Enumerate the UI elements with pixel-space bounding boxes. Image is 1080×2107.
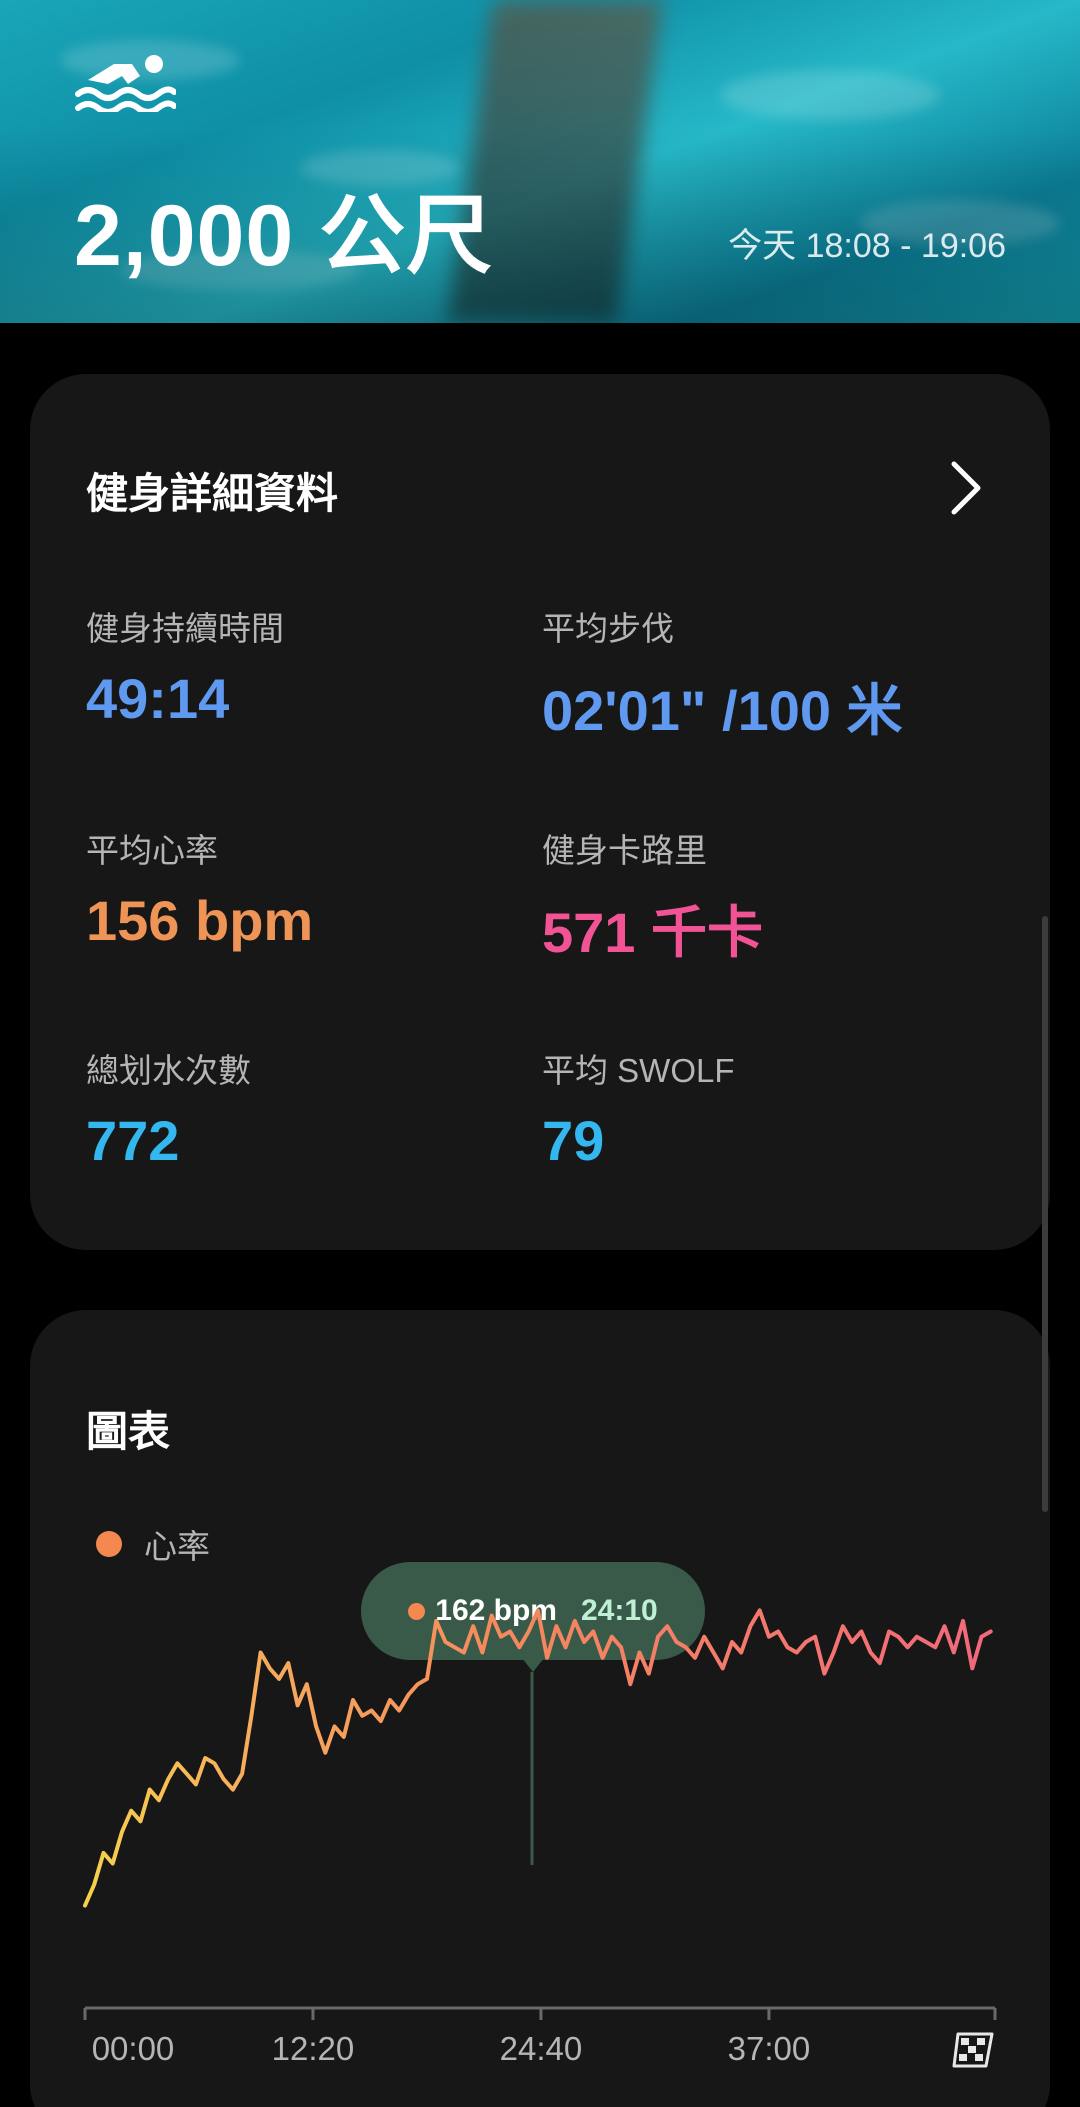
stat-label: 平均心率 <box>86 832 218 869</box>
x-tick-label: 37:00 <box>727 2030 811 2067</box>
x-axis-labels: 00:00 12:20 24:40 37:00 <box>30 2030 1050 2080</box>
stat-avg-swolf: 平均 SWOLF 79 <box>542 1044 735 1173</box>
stat-avg-pace: 平均步伐 02'01" /100 米 <box>542 602 903 747</box>
stat-label: 平均步伐 <box>542 610 674 647</box>
x-tick-label: 00:00 <box>91 2030 175 2067</box>
chevron-right-icon[interactable] <box>946 458 986 518</box>
stat-label: 總划水次數 <box>86 1052 251 1089</box>
stat-value: 571 千卡 <box>542 901 763 964</box>
stat-duration: 健身持續時間 49:14 <box>86 602 284 731</box>
workout-details-card[interactable]: 健身詳細資料 健身持續時間 49:14 平均步伐 02'01" /100 米 平… <box>30 374 1050 1250</box>
finish-flag-icon <box>952 2032 994 2068</box>
workout-hero-banner: 2,000 公尺 今天 18:08 - 19:06 <box>0 0 1080 323</box>
stat-label: 健身卡路里 <box>542 832 707 869</box>
details-title: 健身詳細資料 <box>86 470 339 517</box>
stat-value: 02'01" /100 米 <box>542 679 903 742</box>
scrollbar[interactable] <box>1042 916 1048 1512</box>
stat-label: 健身持續時間 <box>86 610 284 647</box>
x-axis-ticks <box>83 2008 997 2020</box>
stat-value: 156 bpm <box>86 889 314 952</box>
chart-card: 圖表 心率 162 bpm 24:10 00:00 12:20 24:40 37:00 <box>30 1310 1050 2107</box>
workout-distance: 2,000 公尺 <box>74 188 494 284</box>
stat-value: 772 <box>86 1109 180 1172</box>
stat-value: 49:14 <box>86 667 230 730</box>
x-tick-label: 12:20 <box>271 2030 355 2067</box>
stat-value: 79 <box>542 1109 605 1172</box>
workout-time-range: 今天 18:08 - 19:06 <box>728 227 1006 265</box>
stat-total-strokes: 總划水次數 772 <box>86 1044 251 1173</box>
stat-label: 平均 SWOLF <box>542 1052 735 1089</box>
heart-rate-series-line <box>83 1608 993 1908</box>
stat-avg-heart-rate: 平均心率 156 bpm <box>86 824 313 953</box>
stat-calories: 健身卡路里 571 千卡 <box>542 824 763 969</box>
x-tick-label: 24:40 <box>499 2030 583 2067</box>
swimmer-icon <box>75 55 176 112</box>
heart-rate-chart[interactable] <box>30 1310 1050 2107</box>
